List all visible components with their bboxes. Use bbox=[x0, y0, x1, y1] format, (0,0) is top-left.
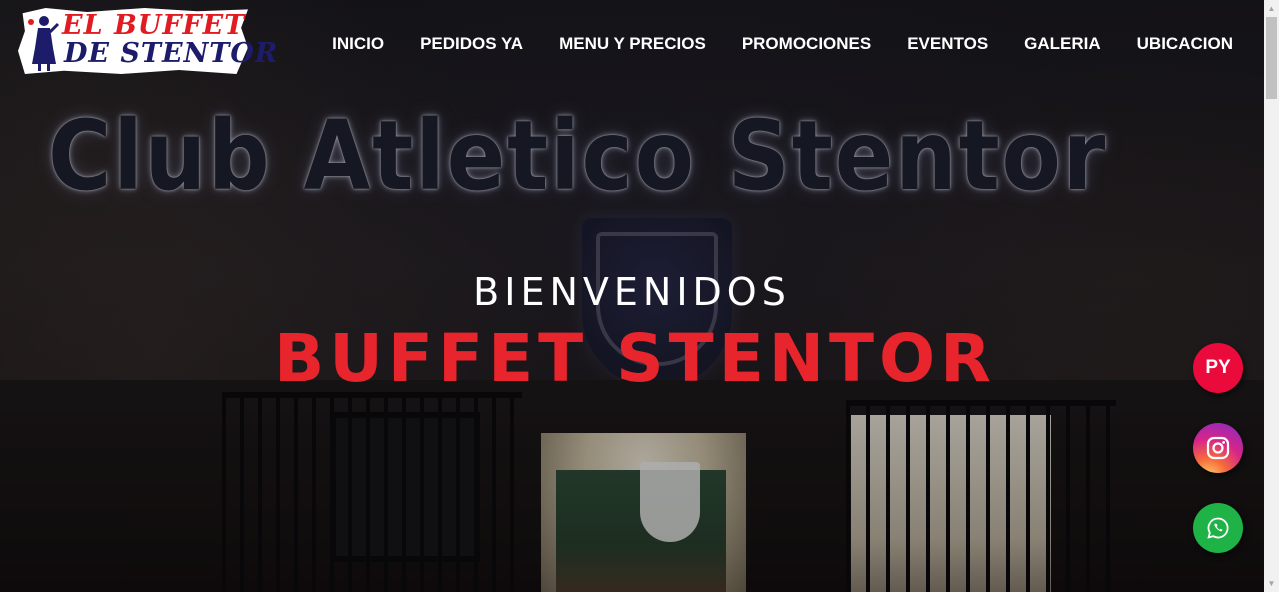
scroll-down-arrow-icon[interactable]: ▼ bbox=[1264, 575, 1279, 592]
logo-title-line1: EL BUFFET bbox=[62, 10, 246, 41]
instagram-button[interactable] bbox=[1193, 423, 1243, 473]
site-header: EL BUFFET DE STENTOR INICIO PEDIDOS YA M… bbox=[0, 0, 1264, 88]
nav-item-eventos[interactable]: EVENTOS bbox=[907, 34, 988, 54]
instagram-icon bbox=[1206, 436, 1230, 460]
page-scrollbar[interactable]: ▲ ▼ bbox=[1264, 0, 1279, 592]
nav-item-menu-y-precios[interactable]: MENU Y PRECIOS bbox=[559, 34, 706, 54]
nav-item-inicio[interactable]: INICIO bbox=[332, 34, 384, 54]
pedidosya-label: PY bbox=[1205, 357, 1231, 378]
scrollbar-thumb[interactable] bbox=[1266, 17, 1277, 99]
waitress-logo-figure bbox=[28, 16, 60, 71]
logo-title-line2: DE STENTOR bbox=[64, 38, 279, 69]
nav-item-pedidos-ya[interactable]: PEDIDOS YA bbox=[420, 34, 523, 54]
nav-item-ubicacion[interactable]: UBICACION bbox=[1137, 34, 1233, 54]
nav-item-promociones[interactable]: PROMOCIONES bbox=[742, 34, 871, 54]
hero-welcome-heading: BIENVENIDOS bbox=[473, 270, 791, 314]
whatsapp-button[interactable] bbox=[1193, 503, 1243, 553]
scroll-up-arrow-icon[interactable]: ▲ bbox=[1264, 0, 1279, 17]
pedidosya-button[interactable]: PY bbox=[1193, 343, 1243, 393]
main-nav: INICIO PEDIDOS YA MENU Y PRECIOS PROMOCI… bbox=[332, 34, 1233, 54]
nav-item-galeria[interactable]: GALERIA bbox=[1024, 34, 1101, 54]
hero-brand-title: BUFFET STENTOR bbox=[274, 320, 996, 397]
whatsapp-icon bbox=[1207, 517, 1229, 539]
